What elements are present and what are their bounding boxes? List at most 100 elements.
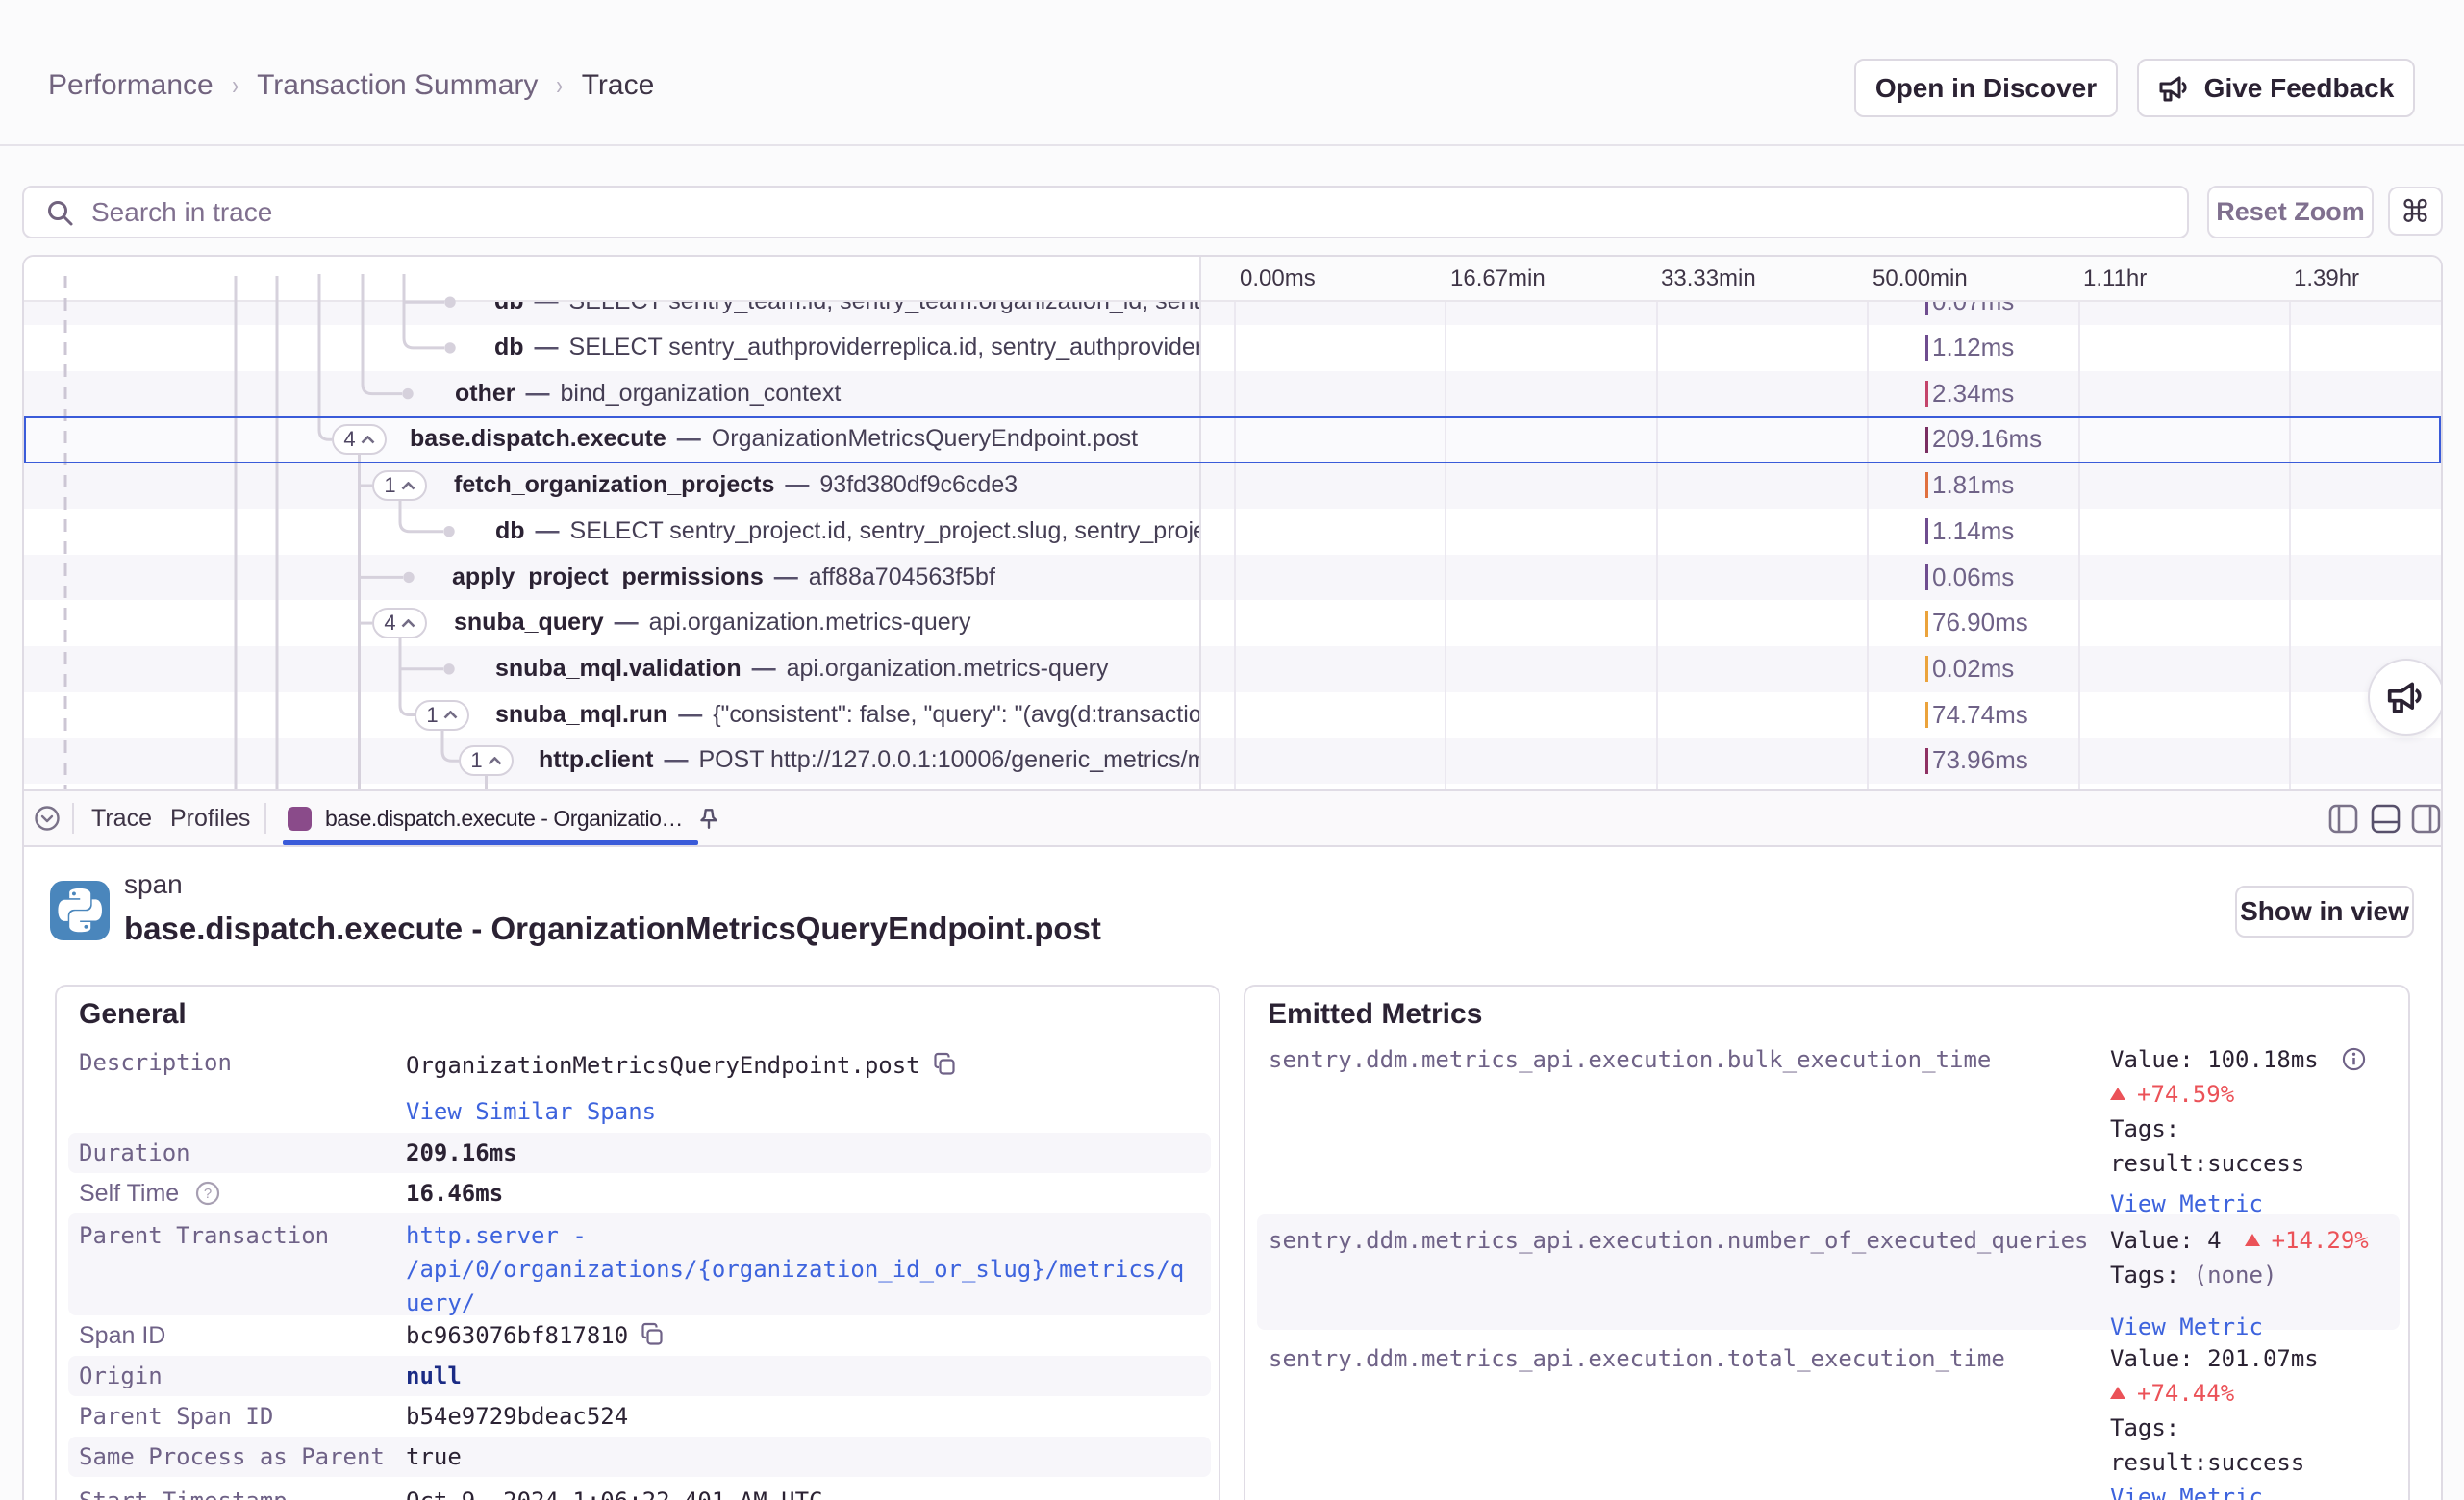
breadcrumb-separator-icon: › [557,70,564,101]
detail-title: base.dispatch.execute - OrganizationMetr… [124,911,1101,947]
span-children-chip[interactable]: 1 [415,700,469,731]
breadcrumb: Performance › Transaction Summary › Trac… [48,69,654,102]
span-duration-label: 1.12ms [1932,325,2014,371]
feedback-fab-button[interactable] [2368,659,2441,736]
emitted-metrics-card: Emitted Metrics sentry.ddm.metrics_api.e… [1244,985,2410,1500]
gridline [1656,302,1658,789]
metric-delta: +74.44% [2110,1376,2389,1411]
layout-left-icon[interactable] [2328,804,2358,834]
triangle-up-icon [2110,1088,2125,1100]
breadcrumb-performance[interactable]: Performance [48,69,214,102]
chip-count: 1 [384,473,395,498]
metric-name: sentry.ddm.metrics_api.execution.number_… [1269,1223,2115,1258]
chip-count: 1 [426,703,438,728]
parent-transaction-link[interactable]: http.server - /api/0/organizations/{orga… [406,1213,1191,1320]
emitted-metrics-title: Emitted Metrics [1268,998,1482,1031]
breadcrumb-transaction-summary[interactable]: Transaction Summary [257,69,538,102]
search-icon [45,198,74,227]
metric-info: Value: 100.18ms +74.59% Tags: result:suc… [2110,1042,2389,1221]
chevron-up-icon [443,711,458,719]
tab-span-label: base.dispatch.execute - Organizatio… [325,806,683,832]
span-color-swatch [288,807,312,831]
row-value: b54e9729bdeac524 [406,1396,1191,1437]
span-duration-label: 1.81ms [1932,462,2014,509]
tab-divider [72,803,74,834]
chevron-up-icon [401,619,415,628]
gridline [1234,302,1236,789]
metric-row: sentry.ddm.metrics_api.execution.total_e… [1257,1334,2400,1500]
show-in-view-button[interactable]: Show in view [2235,886,2414,938]
row-label: Parent Transaction [79,1213,394,1253]
span-duration-label: 76.90ms [1932,600,2028,646]
reset-zoom-label: Reset Zoom [2216,197,2365,227]
search-placeholder: Search in trace [91,197,272,228]
drawer-tab-bar: Trace Profiles base.dispatch.execute - O… [24,791,2441,847]
axis-tick-label: 1.39hr [2294,257,2359,300]
reset-zoom-button[interactable]: Reset Zoom [2207,186,2374,238]
span-duration-label: 74.74ms [1932,692,2028,738]
span-duration-label: 73.96ms [1932,738,2028,784]
row-value: null [406,1356,1191,1396]
selected-span-row[interactable] [24,416,2441,463]
copy-icon[interactable] [640,1319,665,1360]
span-duration-bar [1925,748,1928,774]
span-duration-label: 0.02ms [1932,646,2014,692]
megaphone-icon [2386,678,2426,716]
general-row-self-time: Self Time ? 16.46ms [68,1173,1211,1213]
tab-profiles[interactable]: Profiles [170,791,250,845]
span-duration-bar [1925,335,1928,361]
chevron-up-icon [488,757,502,765]
give-feedback-button[interactable]: Give Feedback [2137,59,2415,117]
chip-count: 4 [384,611,395,636]
row-value: 16.46ms [406,1173,1191,1213]
chip-count: 1 [470,748,482,773]
active-tab-underline [283,840,698,845]
metric-delta: +14.29% [2245,1227,2369,1254]
gridline [2289,302,2291,789]
row-label: Span ID [79,1315,394,1356]
detail-type-label: span [124,869,183,900]
span-children-chip[interactable]: 1 [459,745,514,776]
span-children-chip[interactable]: 1 [372,470,427,501]
triangle-up-icon [2110,1387,2125,1399]
row-label: Self Time ? [79,1173,394,1213]
span-duration-bar [1925,564,1928,590]
metric-delta: +74.59% [2110,1077,2389,1112]
trace-view-page: Performance › Transaction Summary › Trac… [0,0,2464,1500]
layout-bottom-icon[interactable] [2371,804,2401,834]
page-header: Performance › Transaction Summary › Trac… [0,0,2464,146]
general-row-duration: Duration 209.16ms [68,1133,1211,1173]
chevron-down-circle-icon[interactable] [35,806,60,831]
span-children-chip[interactable]: 4 [372,608,427,638]
metric-name: sentry.ddm.metrics_api.execution.bulk_ex… [1269,1042,2115,1077]
span-duration-label: 2.34ms [1932,371,2014,417]
help-icon[interactable]: ? [195,1181,220,1206]
open-in-discover-button[interactable]: Open in Discover [1854,59,2118,117]
metric-row: sentry.ddm.metrics_api.execution.bulk_ex… [1257,1042,2400,1214]
view-metric-link[interactable]: View Metric [2110,1480,2389,1500]
gridline [2078,302,2080,789]
general-card-title: General [79,998,187,1031]
copy-icon[interactable] [932,1048,957,1090]
tree-waterfall-divider[interactable] [1199,257,1201,789]
tree-connectors [24,257,1199,791]
search-input[interactable]: Search in trace [22,186,2189,238]
tab-trace[interactable]: Trace [91,791,152,845]
breadcrumb-trace: Trace [582,69,655,102]
shortcut-button[interactable]: ⌘ [2388,187,2443,236]
span-duration-bar [1925,656,1928,682]
tab-span-active[interactable]: base.dispatch.execute - Organizatio… [283,791,735,845]
pin-icon[interactable] [696,806,721,831]
span-duration-bar [1925,518,1928,544]
axis-tick-label: 1.11hr [2083,257,2147,300]
axis-tick-label: 50.00min [1873,257,1968,300]
view-similar-spans-link[interactable]: View Similar Spans [406,1090,1191,1133]
trace-panel: 4 1 4 1 1 db—SELECT sentry_team.id, sent… [22,255,2443,1500]
info-icon[interactable] [2342,1047,2366,1071]
general-row-start-timestamp: Start Timestamp Oct 9, 2024 1:06:22.401 … [68,1481,1211,1500]
chevron-up-icon [401,482,415,490]
row-label: Start Timestamp [79,1481,394,1500]
span-details: span base.dispatch.execute - Organizatio… [24,847,2441,1500]
layout-right-icon[interactable] [2411,804,2441,834]
row-label: Parent Span ID [79,1396,394,1437]
